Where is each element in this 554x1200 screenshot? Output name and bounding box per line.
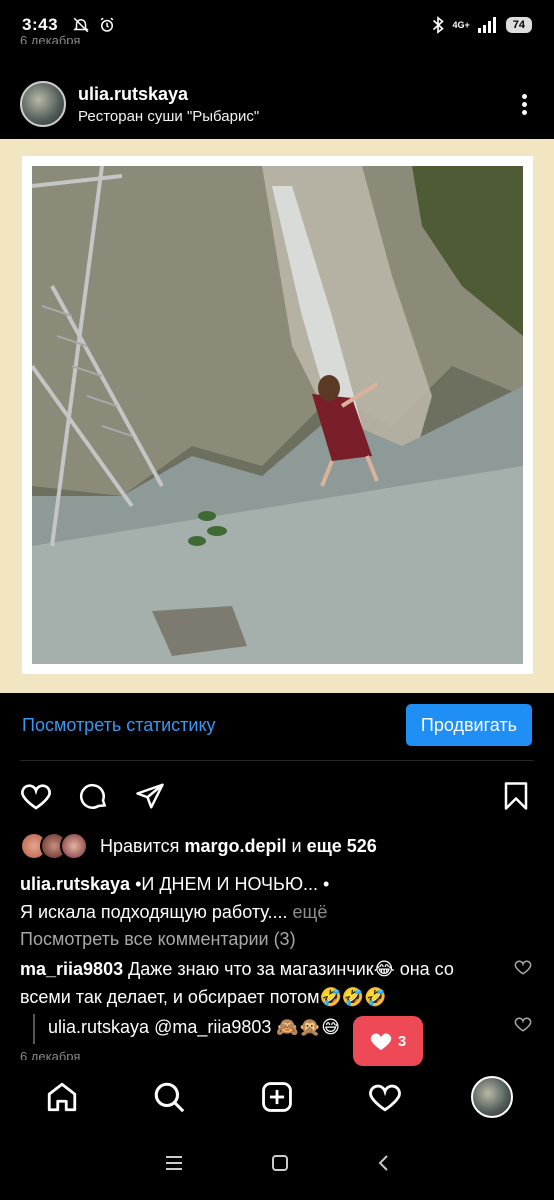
comment-item: ma_riia9803 Даже знаю что за магазинчик😂…: [20, 955, 490, 1011]
reply-thread-line: [33, 1014, 35, 1044]
system-navigation: [0, 1140, 554, 1190]
network-type: 4G+: [452, 20, 470, 30]
heart-icon[interactable]: [18, 776, 54, 816]
bluetooth-icon: [433, 16, 445, 34]
activity-heart-icon[interactable]: [363, 1075, 407, 1119]
view-all-comments-link[interactable]: Посмотреть все комментарии (3): [20, 929, 296, 950]
likes-prefix: Нравится: [100, 835, 180, 856]
comment-icon[interactable]: [76, 776, 112, 816]
heart-filled-icon: [370, 1033, 392, 1051]
avatar: [60, 832, 88, 860]
caption-more-link[interactable]: ещё: [293, 902, 328, 922]
divider: [20, 760, 534, 761]
signal-icon: [477, 17, 496, 33]
notification-count: 3: [397, 1032, 407, 1050]
author-avatar[interactable]: [20, 81, 66, 127]
waterfall-scene: [32, 166, 523, 664]
search-icon[interactable]: [147, 1075, 191, 1119]
comment-like-heart-icon[interactable]: [514, 958, 532, 976]
photo-frame: [22, 156, 533, 674]
more-options-icon[interactable]: [514, 89, 534, 119]
bookmark-icon[interactable]: [498, 776, 534, 816]
post-location[interactable]: Ресторан суши "Рыбарис": [78, 108, 259, 125]
author-username[interactable]: ulia.rutskaya: [78, 84, 259, 105]
send-icon[interactable]: [132, 776, 168, 816]
status-bar: 3:43 4G+ 74: [0, 0, 554, 50]
view-insights-link[interactable]: Посмотреть статистику: [22, 715, 216, 736]
plus-square-icon[interactable]: [255, 1075, 299, 1119]
post-photo[interactable]: [32, 166, 523, 664]
post-photo-container[interactable]: [0, 139, 554, 693]
home-square-icon[interactable]: [271, 1154, 288, 1176]
profile-tab[interactable]: [470, 1075, 514, 1119]
post-actions: [0, 776, 554, 816]
caption-line1: •И ДНЕМ И НОЧЬЮ... •: [135, 874, 330, 894]
post-caption: ulia.rutskaya •И ДНЕМ И НОЧЬЮ... • Я иск…: [20, 870, 534, 926]
likes-and: и: [291, 835, 302, 856]
activity-notification-badge[interactable]: 3: [353, 1016, 423, 1074]
comment-username[interactable]: ma_riia9803: [20, 959, 123, 979]
likes-others[interactable]: еще 526: [307, 836, 377, 857]
post-date: 6 декабря: [20, 1049, 81, 1060]
insights-row: Посмотреть статистику Продвигать: [0, 700, 554, 750]
previous-post-date: 6 декабря: [20, 33, 81, 44]
reply-username[interactable]: ulia.rutskaya: [48, 1017, 149, 1037]
post-header: ulia.rutskaya Ресторан суши "Рыбарис": [0, 78, 554, 130]
home-icon[interactable]: [40, 1075, 84, 1119]
reply-text: @ma_riia9803 🙈🙊😅: [154, 1017, 341, 1037]
promote-button[interactable]: Продвигать: [405, 704, 532, 746]
likes-row[interactable]: Нравится margo.depil и еще 526: [20, 832, 377, 860]
alarm-icon: [100, 17, 114, 32]
menu-icon[interactable]: [165, 1155, 183, 1176]
bottom-navigation: [0, 1066, 554, 1128]
caption-line2: Я искала подходящую работу....: [20, 902, 288, 922]
liker-avatars: [20, 832, 88, 860]
reply-like-heart-icon[interactable]: [514, 1015, 532, 1033]
liker-username[interactable]: margo.depil: [184, 836, 286, 857]
battery-indicator: 74: [505, 17, 532, 33]
caption-username[interactable]: ulia.rutskaya: [20, 874, 130, 894]
profile-avatar: [471, 1076, 514, 1118]
back-icon[interactable]: [377, 1154, 389, 1176]
